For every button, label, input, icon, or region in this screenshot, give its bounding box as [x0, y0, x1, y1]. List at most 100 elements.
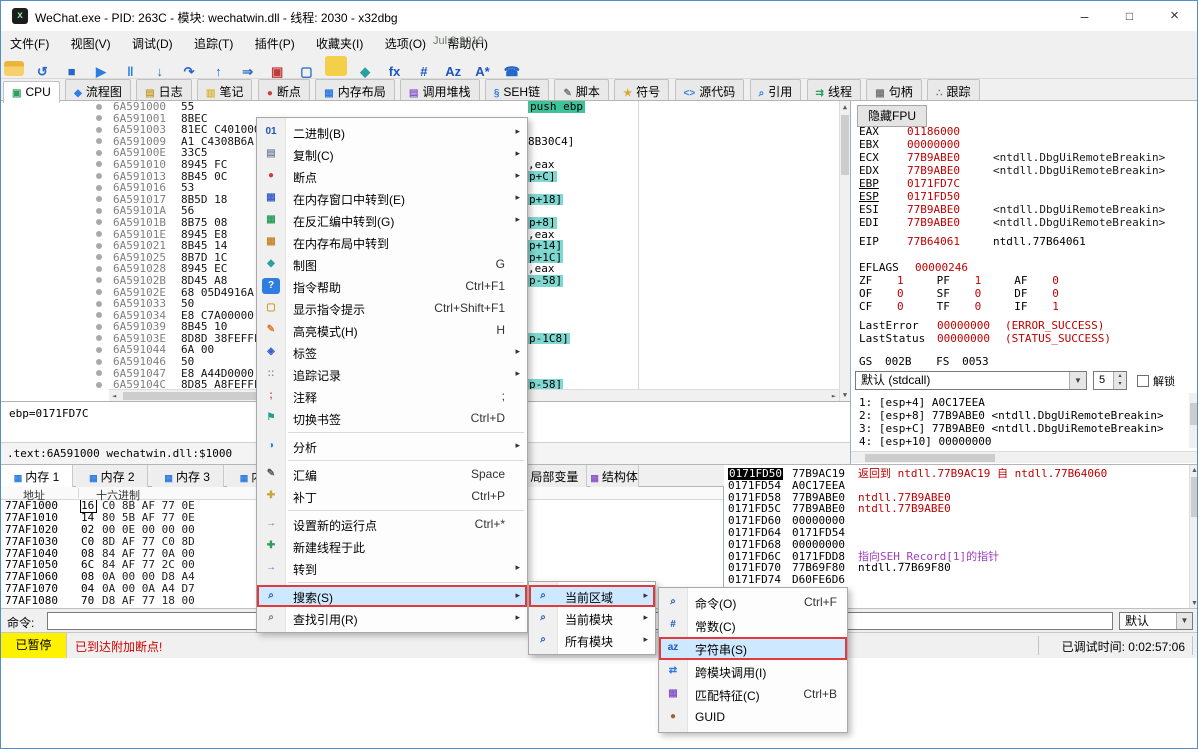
view-tab[interactable]: ◆流程图: [65, 79, 131, 100]
submenu-item[interactable]: # 常数(C): [659, 614, 847, 637]
context-menu-item[interactable]: ⌕ 搜索(S) ▸: [257, 585, 527, 607]
context-menu-item[interactable]: ✎ 高亮模式(H) H: [257, 319, 527, 341]
register-row[interactable]: EBP 0171FD7C: [859, 177, 1187, 190]
scrollbar-thumb[interactable]: [841, 115, 849, 175]
dump-tab[interactable]: ▦内存 3: [152, 465, 224, 487]
submenu-item[interactable]: ⌕ 当前模块 ▸: [529, 607, 655, 629]
hide-fpu-button[interactable]: 隐藏FPU: [857, 105, 927, 127]
close-button[interactable]: ×: [1152, 1, 1197, 31]
context-menu-item[interactable]: ? 指令帮助 Ctrl+F1: [257, 275, 527, 297]
view-tab[interactable]: ●断点: [258, 79, 310, 100]
disasm-vertical-scrollbar[interactable]: ▲ ▼: [839, 101, 850, 401]
scrollbar-thumb[interactable]: [1191, 477, 1198, 517]
scroll-up-arrow-icon[interactable]: ▲: [1190, 467, 1198, 474]
context-menu-item[interactable]: :: 追踪记录 ▸: [257, 363, 527, 385]
view-tab[interactable]: ★符号: [614, 79, 669, 100]
context-menu-item[interactable]: ▦ 在反汇编中转到(G) ▸: [257, 209, 527, 231]
context-menu-item[interactable]: → 设置新的运行点 Ctrl+*: [257, 513, 527, 535]
stack-row[interactable]: 0171FD68 00000000: [724, 539, 1189, 551]
register-row[interactable]: EDI 77B9ABE0 <ntdll.DbgUiRemoteBreakin>: [859, 216, 1187, 229]
stack-row[interactable]: 0171FD54 A0C17EEA: [724, 480, 1189, 492]
submenu-item[interactable]: ⌕ 所有模块 ▸: [529, 629, 655, 651]
scroll-right-arrow-icon[interactable]: ►: [832, 392, 836, 400]
disassembly-row[interactable]: 6A591000 55 push ebp: [1, 101, 839, 113]
maximize-button[interactable]: □: [1107, 1, 1152, 31]
dump-tab[interactable]: ▦结构体: [590, 465, 639, 487]
log-bubble-icon[interactable]: [325, 56, 347, 76]
flag-cell[interactable]: TF0: [937, 300, 1008, 313]
breakpoint-dot-icon[interactable]: [96, 138, 102, 144]
context-menu-item[interactable]: 01 二进制(B) ▸: [257, 121, 527, 143]
eip-row[interactable]: EIP 77B64061 ntdll.77B64061: [859, 235, 879, 248]
context-menu-item[interactable]: ⌕ 查找引用(R) ▸: [257, 607, 527, 629]
breakpoint-dot-icon[interactable]: [96, 312, 102, 318]
menu-item[interactable]: 调试(D): [123, 31, 182, 55]
breakpoint-dot-icon[interactable]: [96, 301, 102, 307]
dump-tab[interactable]: ▦内存 1: [1, 465, 73, 487]
breakpoint-dot-icon[interactable]: [96, 231, 102, 237]
breakpoint-dot-icon[interactable]: [96, 266, 102, 272]
context-menu-item[interactable]: ● 断点 ▸: [257, 165, 527, 187]
flag-cell[interactable]: ZF1: [859, 274, 930, 287]
flag-cell[interactable]: DF0: [1014, 287, 1085, 300]
scroll-left-arrow-icon[interactable]: ◄: [112, 392, 116, 400]
chevron-down-icon[interactable]: ▼: [1176, 613, 1192, 629]
flag-cell[interactable]: OF0: [859, 287, 930, 300]
breakpoint-dot-icon[interactable]: [96, 347, 102, 353]
view-tab[interactable]: ▦句柄: [866, 79, 921, 100]
breakpoint-dot-icon[interactable]: [96, 104, 102, 110]
breakpoint-dot-icon[interactable]: [96, 115, 102, 121]
argument-row[interactable]: 2: [esp+8] 77B9ABE0 <ntdll.DbgUiRemoteBr…: [859, 409, 1185, 422]
view-tab[interactable]: ▤日志: [136, 79, 191, 100]
view-tab[interactable]: ▣CPU: [3, 81, 60, 103]
flag-cell[interactable]: IF1: [1014, 300, 1085, 313]
breakpoint-dot-icon[interactable]: [96, 196, 102, 202]
view-tab[interactable]: ∴跟踪: [927, 79, 979, 100]
breakpoint-dot-icon[interactable]: [96, 359, 102, 365]
register-row[interactable]: EAX 01186000: [859, 125, 1187, 138]
calling-convention-combo[interactable]: 默认 (stdcall)▼: [855, 371, 1087, 390]
stack-row[interactable]: 0171FD64 0171FD54: [724, 527, 1189, 539]
register-row[interactable]: ECX 77B9ABE0 <ntdll.DbgUiRemoteBreakin>: [859, 151, 1187, 164]
breakpoint-dot-icon[interactable]: [96, 324, 102, 330]
segment-cell[interactable]: GS002B: [859, 355, 912, 368]
view-tab[interactable]: ✎脚本: [554, 79, 608, 100]
scroll-up-arrow-icon[interactable]: ▲: [840, 103, 850, 111]
register-row[interactable]: ESI 77B9ABE0 <ntdll.DbgUiRemoteBreakin>: [859, 203, 1187, 216]
breakpoint-dot-icon[interactable]: [96, 185, 102, 191]
breakpoint-dot-icon[interactable]: [96, 370, 102, 376]
scrollbar-thumb[interactable]: [1190, 403, 1197, 425]
context-menu-item[interactable]: ◆ 制图 G: [257, 253, 527, 275]
context-menu-item[interactable]: ◑ 分析 ▸: [257, 435, 527, 457]
menu-item[interactable]: 追踪(T): [185, 31, 242, 55]
breakpoint-dot-icon[interactable]: [96, 277, 102, 283]
flag-cell[interactable]: AF0: [1014, 274, 1085, 287]
unlock-checkbox[interactable]: 解锁: [1137, 373, 1175, 389]
context-menu-item[interactable]: ▢ 显示指令提示 Ctrl+Shift+F1: [257, 297, 527, 319]
context-menu-item[interactable]: ; 注释 ;: [257, 385, 527, 407]
breakpoint-dot-icon[interactable]: [96, 208, 102, 214]
chevron-down-icon[interactable]: ▼: [1069, 372, 1086, 389]
spinner-arrows-icon[interactable]: ▴▾: [1113, 372, 1126, 389]
menu-item[interactable]: 视图(V): [62, 31, 120, 55]
menu-item[interactable]: 插件(P): [246, 31, 304, 55]
context-menu-item[interactable]: ✚ 新建线程于此: [257, 535, 527, 557]
submenu-item[interactable]: ⌕ 当前区域 ▸: [529, 585, 655, 607]
view-tab[interactable]: ▤调用堆栈: [400, 79, 479, 100]
flag-cell[interactable]: CF0: [859, 300, 930, 313]
argument-row[interactable]: 3: [esp+C] 77B9ABE0 <ntdll.DbgUiRemoteBr…: [859, 422, 1185, 435]
submenu-item[interactable]: ● GUID: [659, 706, 847, 729]
argument-depth-spinner[interactable]: 5▴▾: [1093, 371, 1127, 390]
view-tab[interactable]: ⇉线程: [807, 79, 861, 100]
menu-item[interactable]: 文件(F): [1, 31, 58, 55]
context-menu-item[interactable]: ▦ 在内存窗口中转到(E) ▸: [257, 187, 527, 209]
scroll-down-arrow-icon[interactable]: ▼: [1190, 600, 1198, 607]
breakpoint-dot-icon[interactable]: [96, 243, 102, 249]
breakpoint-dot-icon[interactable]: [96, 161, 102, 167]
view-tab[interactable]: §SEH链: [485, 79, 549, 100]
segment-cell[interactable]: FS0053: [936, 355, 989, 368]
dump-tab[interactable]: ▦内存 2: [76, 465, 148, 487]
view-tab[interactable]: ▥笔记: [197, 79, 252, 100]
register-row[interactable]: EDX 77B9ABE0 <ntdll.DbgUiRemoteBreakin>: [859, 164, 1187, 177]
argument-row[interactable]: 1: [esp+4] A0C17EEA: [859, 396, 1185, 409]
